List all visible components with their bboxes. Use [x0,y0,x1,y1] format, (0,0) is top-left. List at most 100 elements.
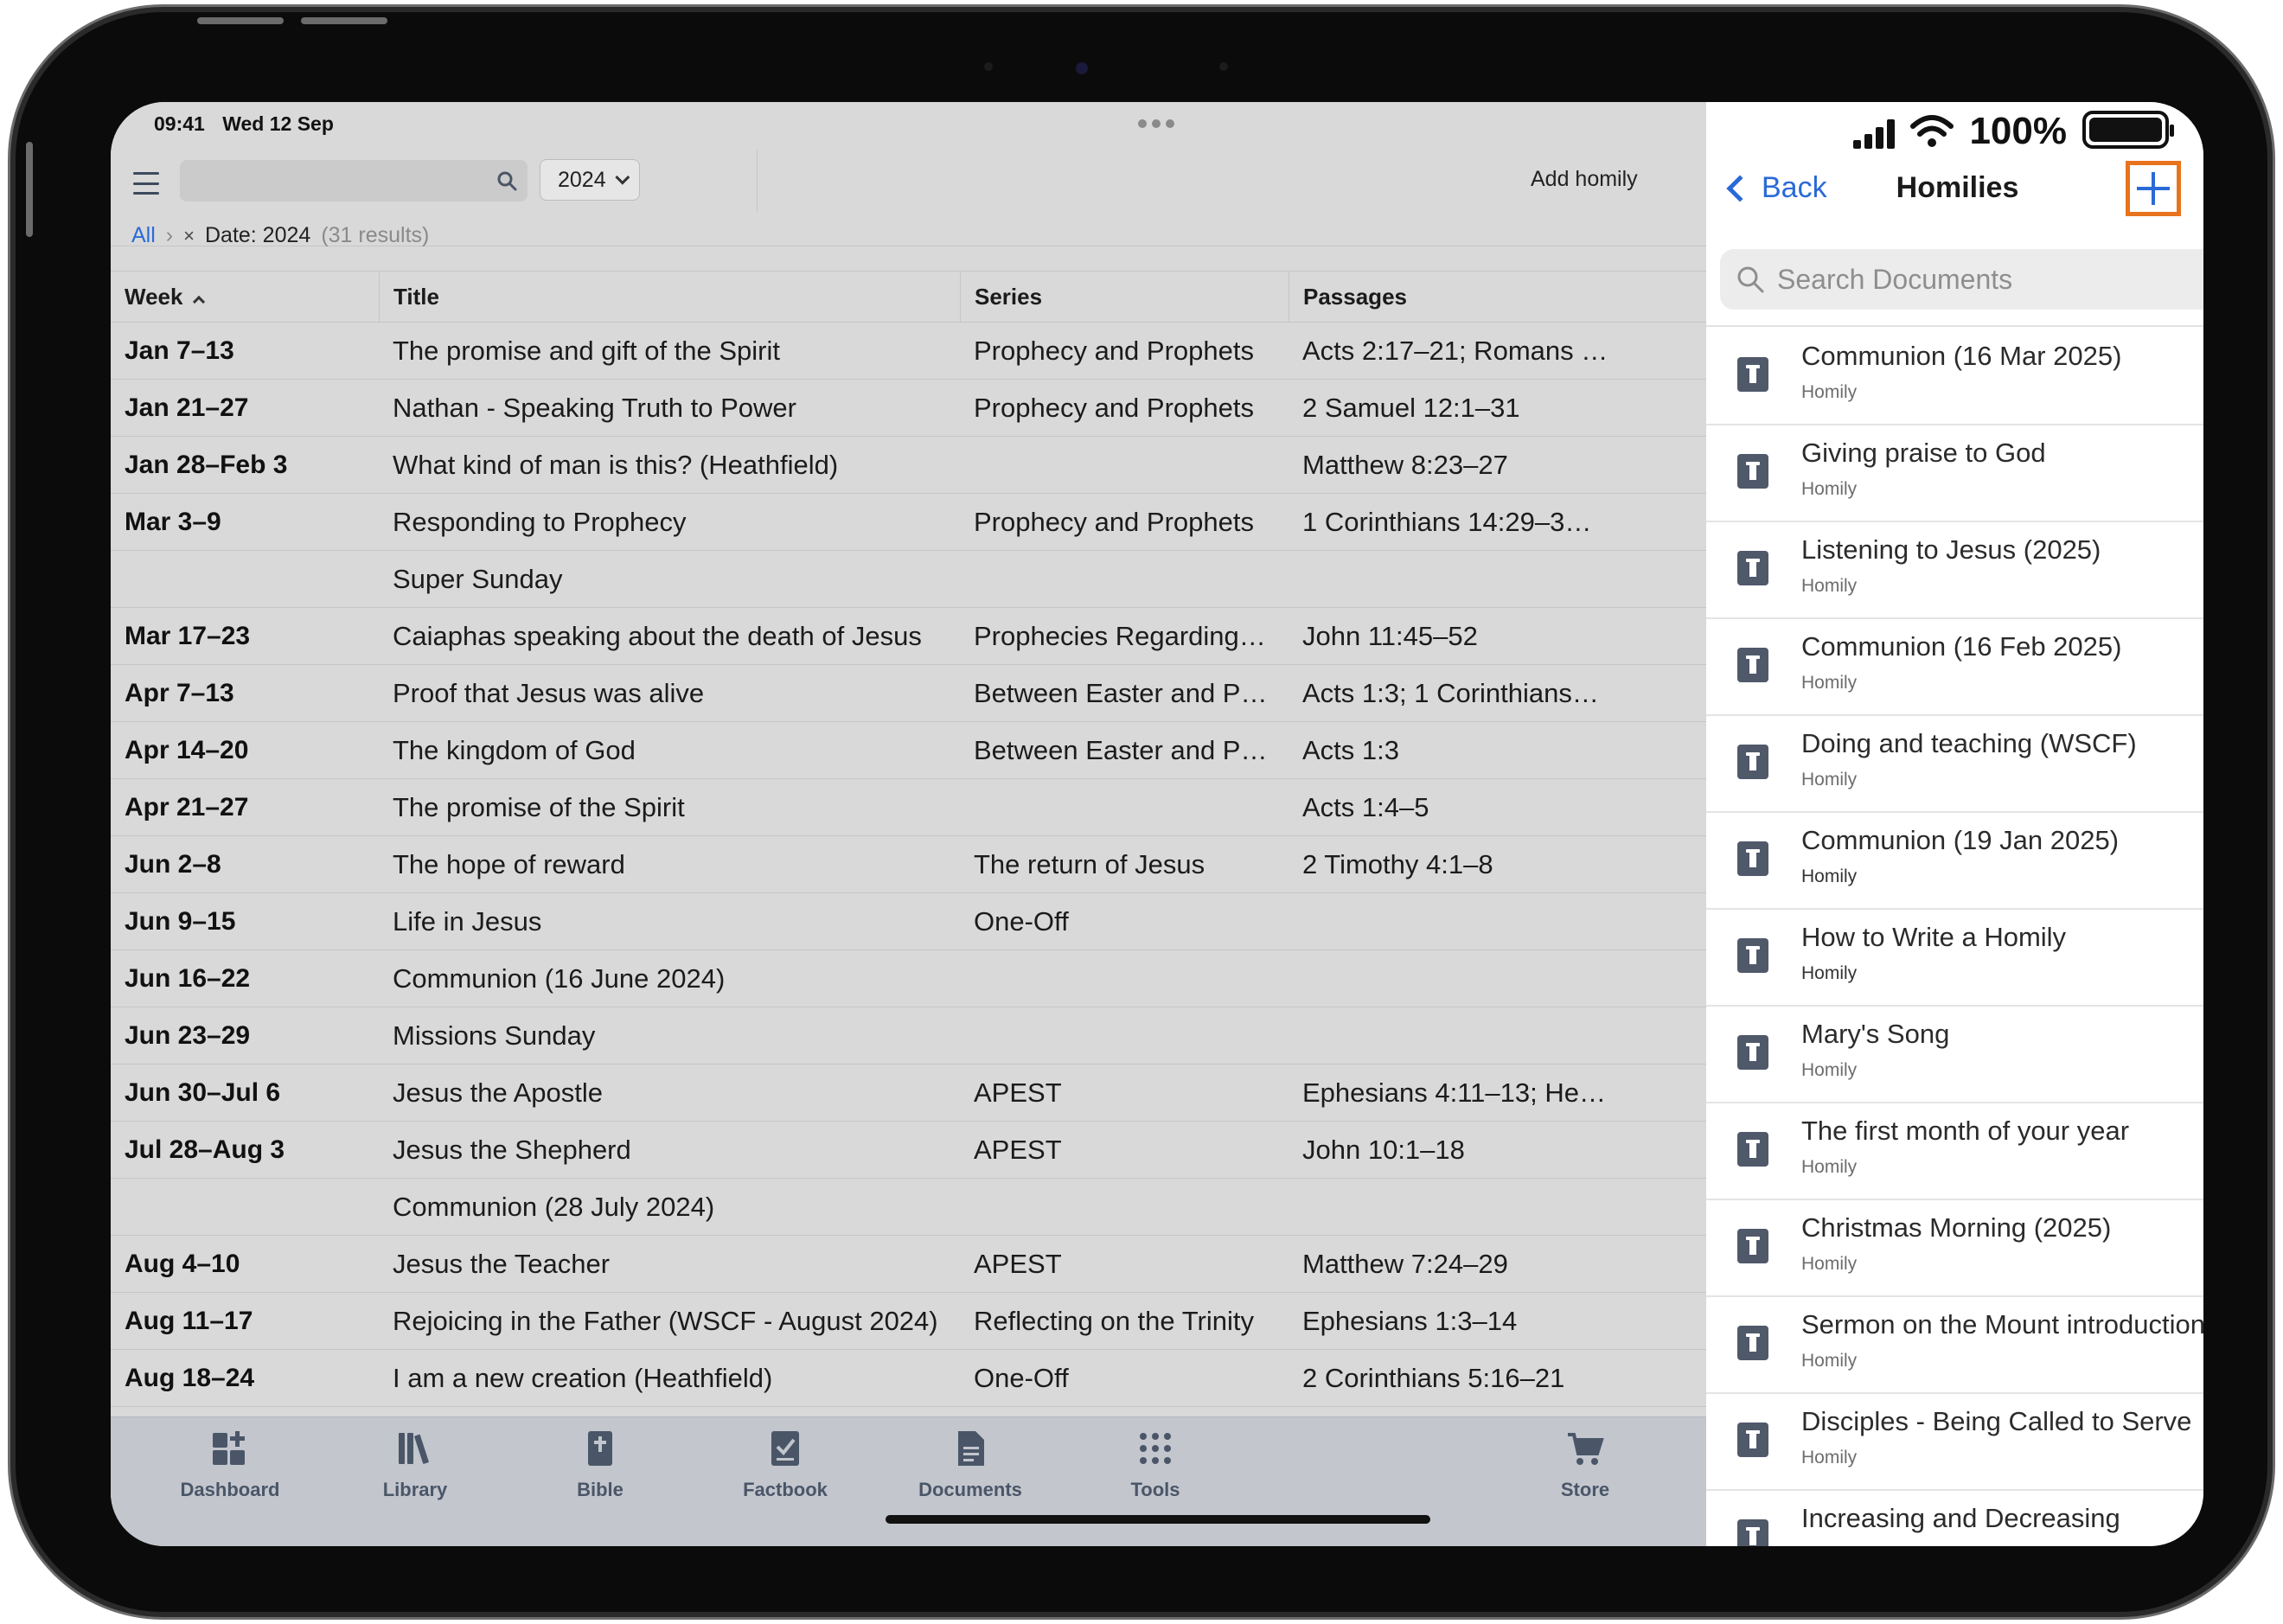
document-list-item[interactable]: Increasing and Decreasing [1706,1491,2203,1546]
table-row[interactable]: Apr 14–20 The kingdom of God Between Easte… [111,722,1706,779]
column-header-passages[interactable]: Passages [1289,272,1706,322]
breadcrumb-all-link[interactable]: All [131,223,156,248]
table-row[interactable]: Jun 9–15 Life in Jesus One-Off [111,893,1706,950]
tab-tools[interactable]: Tools [1086,1429,1225,1501]
add-homily-button[interactable]: Add homily [1531,167,1704,192]
document-title: Communion (19 Jan 2025) [1801,825,2120,855]
table-row[interactable]: Aug 11–17 Rejoicing in the Father (WSCF -… [111,1293,1706,1350]
year-select-value: 2024 [558,167,606,192]
document-list-item[interactable]: Christmas Morning (2025) Homily [1706,1200,2203,1297]
document-list-item[interactable]: Listening to Jesus (2025) Homily [1706,522,2203,619]
table-row[interactable]: Super Sunday [111,551,1706,608]
library-icon [399,1433,429,1464]
homily-document-icon [1737,357,1768,392]
document-title: Mary's Song [1801,1019,1950,1049]
tab-store[interactable]: Store [1516,1429,1654,1501]
document-list-item[interactable]: Doing and teaching (WSCF) Homily [1706,716,2203,813]
tab-bible[interactable]: Bible [531,1429,669,1501]
document-list-item[interactable]: Sermon on the Mount introduction Homily [1706,1297,2203,1394]
year-select[interactable]: 2024 [540,159,640,201]
column-header-series[interactable]: Series [960,272,1289,322]
homily-document-icon [1737,551,1768,585]
table-row[interactable]: Jun 16–22 Communion (16 June 2024) [111,950,1706,1007]
tab-library[interactable]: Library [346,1429,484,1501]
document-type: Homily [1801,576,1858,596]
menu-icon[interactable] [133,172,159,195]
row-passages-cell: Acts 1:4–5 [1302,791,1429,822]
row-series-cell: Prophecy and Prophets [974,392,1254,423]
remove-filter-icon[interactable]: × [183,225,195,247]
row-passages-cell: Matthew 7:24–29 [1302,1248,1508,1279]
row-title-cell: I am a new creation (Heathfield) [393,1362,773,1393]
table-row[interactable]: Mar 17–23 Caiaphas speaking about the dea… [111,608,1706,665]
document-search-input[interactable] [1777,263,2203,296]
tab-dashboard[interactable]: Dashboard [161,1429,299,1501]
row-passages-cell: Ephesians 1:3–14 [1302,1305,1518,1336]
table-row[interactable]: Jul 28–Aug 3 Jesus the Shepherd APEST John … [111,1122,1706,1179]
document-title: Doing and teaching (WSCF) [1801,728,2137,758]
document-type: Homily [1801,673,1858,693]
sensor [984,62,993,71]
row-week-cell: Apr 21–27 [125,792,249,822]
row-title-cell: The hope of reward [393,848,625,879]
row-week-cell: Mar 3–9 [125,507,221,536]
ipad-frame: 09:41 Wed 12 Sep 2024 Add homily All › ×… [16,12,2267,1612]
dashboard-icon [213,1431,245,1465]
table-row[interactable]: Jan 7–13 The promise and gift of the Spir… [111,323,1706,380]
row-title-cell: Jesus the Teacher [393,1248,611,1279]
search-input[interactable] [180,160,528,201]
document-list-item[interactable]: The first month of your year Homily [1706,1103,2203,1200]
sort-ascending-icon [193,295,206,309]
home-indicator[interactable] [886,1515,1430,1524]
tab-documents[interactable]: Documents [901,1429,1039,1501]
multitasking-dots-icon[interactable] [1138,119,1174,128]
row-title-cell: Nathan - Speaking Truth to Power [393,392,796,423]
document-title: Communion (16 Mar 2025) [1801,341,2122,371]
table-row[interactable]: Apr 7–13 Proof that Jesus was alive Betwee… [111,665,1706,722]
tab-factbook-label: Factbook [743,1479,828,1500]
column-header-week[interactable]: Week [111,272,379,322]
homily-document-icon [1737,1519,1768,1546]
table-row[interactable]: Communion (28 July 2024) [111,1179,1706,1236]
document-search-field[interactable] [1720,249,2203,310]
document-list-item[interactable]: Communion (16 Mar 2025) Homily [1706,329,2203,425]
document-type: Homily [1801,770,1858,790]
document-list-item[interactable]: How to Write a Homily Homily [1706,910,2203,1007]
column-header-title[interactable]: Title [379,272,960,322]
document-list-item[interactable]: Disciples - Being Called to Serve Homily [1706,1394,2203,1491]
document-list-item[interactable]: Mary's Song Homily [1706,1007,2203,1103]
row-passages-cell: 2 Samuel 12:1–31 [1302,392,1520,423]
document-title: The first month of your year [1801,1116,2130,1146]
table-row[interactable]: Jun 2–8 The hope of reward The return of J… [111,836,1706,893]
front-camera [1076,62,1088,74]
table-row[interactable]: Jun 30–Jul 6 Jesus the Apostle APEST Ephesi… [111,1065,1706,1122]
document-list-item[interactable]: Communion (16 Feb 2025) Homily [1706,619,2203,716]
row-week-cell: Apr 14–20 [125,735,249,764]
search-icon [497,171,517,191]
table-row[interactable]: Aug 18–24 I am a new creation (Heathfield… [111,1350,1706,1407]
breadcrumb-separator: › [165,223,174,247]
row-passages-cell: Matthew 8:23–27 [1302,449,1508,480]
battery-icon [2082,111,2174,149]
top-button [197,17,284,24]
table-row[interactable]: Jan 21–27 Nathan - Speaking Truth to Powe… [111,380,1706,437]
add-document-button[interactable] [2126,161,2181,216]
row-title-cell: The promise and gift of the Spirit [393,335,781,366]
table-row[interactable]: Apr 21–27 The promise of the Spirit Acts 1… [111,779,1706,836]
document-list-item[interactable]: Communion (19 Jan 2025) Homily [1706,813,2203,910]
table-row[interactable]: Aug 4–10 Jesus the Teacher APEST Matthew 7:… [111,1236,1706,1293]
homilies-panel: 100% Back Homilies Search Documents Comm… [1706,102,2203,1546]
table-row[interactable]: Mar 3–9 Responding to Prophecy Prophecy an… [111,494,1706,551]
table-row[interactable]: Jan 28–Feb 3 What kind of man is this? (H… [111,437,1706,494]
document-list-item[interactable]: Giving praise to God Homily [1706,425,2203,522]
row-week-cell: Jun 16–22 [125,963,251,993]
tab-bible-label: Bible [577,1479,624,1500]
tab-factbook[interactable]: Factbook [716,1429,854,1501]
factbook-icon [771,1431,799,1466]
row-series-cell: Between Easter and P… [974,677,1268,708]
row-title-cell: Jesus the Apostle [393,1077,603,1108]
homily-document-icon [1737,454,1768,489]
table-row[interactable]: Jun 23–29 Missions Sunday [111,1007,1706,1065]
document-type: Homily [1801,382,1858,402]
document-type: Homily [1801,963,1858,983]
